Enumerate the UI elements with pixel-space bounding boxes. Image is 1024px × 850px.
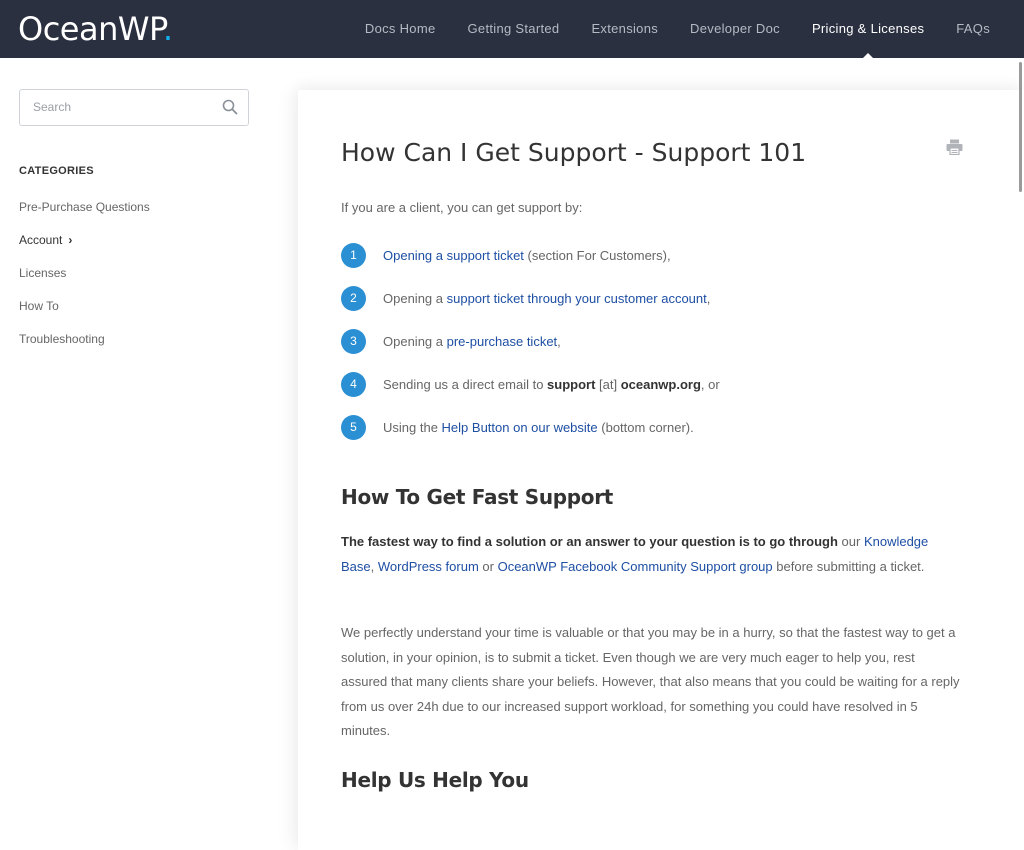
- step-text-suffix: ,: [557, 334, 561, 349]
- step-number-badge: 4: [341, 372, 366, 397]
- email-user: support: [547, 377, 596, 392]
- customer-account-ticket-link[interactable]: support ticket through your customer acc…: [447, 291, 707, 306]
- main-nav: Docs Home Getting Started Extensions Dev…: [365, 0, 1024, 58]
- category-account[interactable]: Account ›: [19, 233, 150, 266]
- step-text-suffix: ,: [706, 291, 711, 306]
- logo-dot: .: [162, 10, 173, 48]
- nav-developer-doc[interactable]: Developer Doc: [690, 0, 780, 58]
- category-label: Account: [19, 233, 63, 247]
- step-text-prefix: Using the: [383, 420, 442, 435]
- step-text: Opening a support ticket (section For Cu…: [383, 248, 671, 263]
- search-field[interactable]: Search: [19, 89, 249, 126]
- top-header: OceanWP. Docs Home Getting Started Exten…: [0, 0, 1024, 58]
- category-troubleshooting[interactable]: Troubleshooting: [19, 332, 150, 365]
- fast-support-bold: The fastest way to find a solution or an…: [341, 534, 838, 549]
- step-text-prefix: Sending us a direct email to: [383, 377, 548, 392]
- category-label: Troubleshooting: [19, 332, 105, 346]
- step-number-badge: 1: [341, 243, 366, 268]
- nav-faqs[interactable]: FAQs: [956, 0, 990, 58]
- step-text: Opening a pre-purchase ticket,: [383, 334, 561, 349]
- step-number-badge: 2: [341, 286, 366, 311]
- help-button-link[interactable]: Help Button on our website: [442, 420, 598, 435]
- categories-heading: CATEGORIES: [19, 165, 94, 177]
- step-text: Opening a support ticket through your cu…: [383, 291, 710, 306]
- search-icon[interactable]: [222, 99, 238, 115]
- step-number-badge: 5: [341, 415, 366, 440]
- page-scrollbar[interactable]: [1019, 62, 1022, 192]
- step-text-prefix: Opening a: [383, 291, 447, 306]
- facebook-group-link[interactable]: OceanWP Facebook Community Support group: [498, 559, 773, 574]
- text-span: ,: [370, 558, 378, 574]
- nav-pricing-licenses[interactable]: Pricing & Licenses: [812, 0, 924, 58]
- heading-help-us: Help Us Help You: [341, 768, 529, 792]
- email-at: [at]: [595, 377, 621, 392]
- fast-support-paragraph: The fastest way to find a solution or an…: [341, 530, 961, 579]
- heading-fast-support: How To Get Fast Support: [341, 485, 614, 509]
- step-text: Sending us a direct email to support [at…: [383, 377, 720, 392]
- category-label: Licenses: [19, 266, 67, 280]
- support-ticket-link[interactable]: Opening a support ticket: [383, 248, 524, 263]
- article-title: How Can I Get Support - Support 101: [341, 138, 807, 167]
- email-domain: oceanwp.org: [620, 377, 701, 392]
- text-span: or: [478, 558, 498, 574]
- nav-extensions[interactable]: Extensions: [591, 0, 658, 58]
- step-text: Using the Help Button on our website (bo…: [383, 420, 694, 435]
- understand-paragraph: We perfectly understand your time is val…: [341, 625, 960, 738]
- wordpress-forum-link[interactable]: WordPress forum: [378, 559, 479, 574]
- chevron-right-icon: ›: [68, 233, 73, 247]
- search-input[interactable]: Search: [33, 90, 71, 125]
- step-text-suffix: (section For Customers),: [523, 248, 671, 263]
- category-licenses[interactable]: Licenses: [19, 266, 150, 299]
- step-text-suffix: , or: [700, 377, 720, 392]
- step-text-suffix: (bottom corner).: [597, 420, 694, 435]
- step-text-prefix: Opening a: [383, 334, 447, 349]
- category-label: How To: [19, 299, 59, 313]
- category-how-to[interactable]: How To: [19, 299, 150, 332]
- text-span: our: [837, 534, 864, 549]
- site-logo[interactable]: OceanWP.: [18, 9, 173, 49]
- text-span: before submitting a ticket.: [772, 558, 925, 574]
- article-intro: If you are a client, you can get support…: [341, 200, 583, 215]
- pre-purchase-ticket-link[interactable]: pre-purchase ticket: [447, 334, 558, 349]
- category-label: Pre-Purchase Questions: [19, 200, 150, 214]
- step-number-badge: 3: [341, 329, 366, 354]
- print-icon[interactable]: [946, 139, 963, 155]
- category-pre-purchase[interactable]: Pre-Purchase Questions: [19, 200, 150, 233]
- categories-list: Pre-Purchase Questions Account › Licenses…: [19, 200, 150, 365]
- logo-text: OceanWP: [18, 10, 163, 48]
- nav-docs-home[interactable]: Docs Home: [365, 0, 436, 58]
- nav-getting-started[interactable]: Getting Started: [468, 0, 560, 58]
